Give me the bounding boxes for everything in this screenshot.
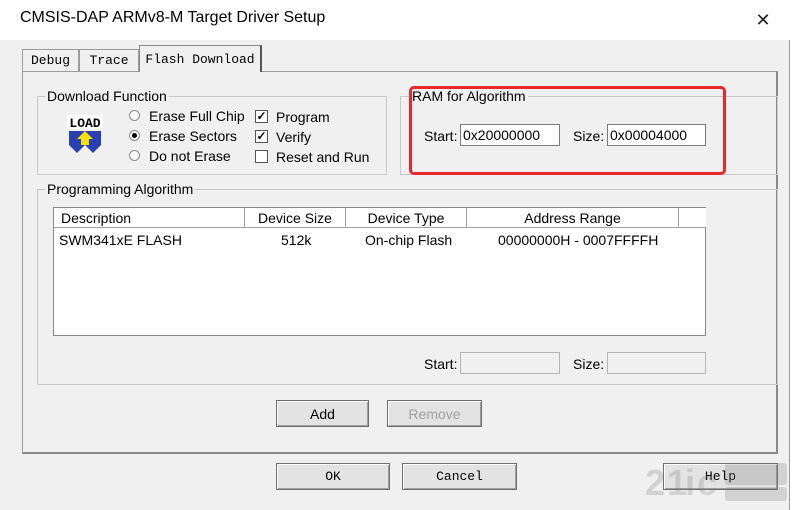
row-description: SWM341xE FLASH [59, 232, 182, 248]
column-header-label: Device Size [258, 210, 332, 226]
erase-sectors-radio[interactable] [129, 130, 140, 141]
programming-algorithm-label: Programming Algorithm [45, 181, 196, 197]
erase-sectors-label: Erase Sectors [149, 128, 237, 144]
tab-label: Flash Download [145, 51, 255, 67]
program-checkbox[interactable]: ✓ [255, 110, 268, 123]
site-watermark-logo: 2 1 i c [645, 462, 787, 503]
remove-button[interactable]: Remove [387, 400, 482, 427]
erase-full-chip-radio[interactable] [129, 110, 140, 121]
tab-label: Debug [30, 53, 70, 68]
column-header-description[interactable]: Description [54, 208, 245, 228]
tab-trace[interactable]: Trace [79, 49, 139, 71]
program-label: Program [276, 109, 330, 125]
ok-button[interactable]: OK [276, 463, 390, 490]
reset-and-run-checkbox[interactable] [255, 150, 268, 163]
do-not-erase-label: Do not Erase [149, 148, 231, 164]
erase-full-chip-label: Erase Full Chip [149, 108, 245, 124]
download-function-label: Download Function [45, 88, 169, 104]
do-not-erase-radio[interactable] [129, 150, 140, 161]
row-device-type: On-chip Flash [365, 232, 453, 248]
tab-flash-download[interactable]: Flash Download [139, 45, 262, 72]
cancel-button[interactable]: Cancel [402, 463, 517, 490]
title-bar: CMSIS-DAP ARMv8-M Target Driver Setup ✕ [0, 0, 790, 40]
column-header-device-size[interactable]: Device Size [245, 208, 346, 228]
tab-label: Trace [89, 53, 129, 68]
algo-size-input[interactable] [607, 352, 706, 374]
column-header-label: Description [61, 210, 132, 226]
close-button[interactable]: ✕ [746, 6, 780, 34]
svg-text:2: 2 [645, 462, 665, 503]
svg-text:i: i [685, 462, 695, 503]
window-title: CMSIS-DAP ARMv8-M Target Driver Setup [20, 9, 326, 26]
highlight-box [409, 86, 726, 175]
algo-start-label: Start: [424, 356, 458, 372]
reset-and-run-label: Reset and Run [276, 149, 370, 165]
column-header-device-type[interactable]: Device Type [346, 208, 467, 228]
verify-checkbox[interactable]: ✓ [255, 130, 268, 143]
tab-debug[interactable]: Debug [22, 49, 79, 71]
row-device-size: 512k [281, 232, 312, 248]
close-icon: ✕ [755, 9, 771, 30]
column-header-label: Address Range [524, 210, 621, 226]
column-header-filler [679, 208, 706, 228]
algo-size-label: Size: [573, 356, 605, 372]
algorithm-table: Description Device Size Device Type Addr… [53, 207, 706, 336]
row-address-range: 00000000H - 0007FFFFH [498, 232, 659, 248]
verify-label: Verify [276, 129, 312, 145]
load-icon-text: LOAD [69, 116, 100, 131]
algo-start-input[interactable] [460, 352, 560, 374]
column-header-address-range[interactable]: Address Range [467, 208, 679, 228]
svg-text:c: c [697, 462, 717, 503]
column-header-label: Device Type [367, 210, 445, 226]
add-button[interactable]: Add [276, 400, 369, 427]
load-icon: LOAD [67, 115, 103, 153]
dialog-window: CMSIS-DAP ARMv8-M Target Driver Setup ✕ … [0, 0, 790, 510]
